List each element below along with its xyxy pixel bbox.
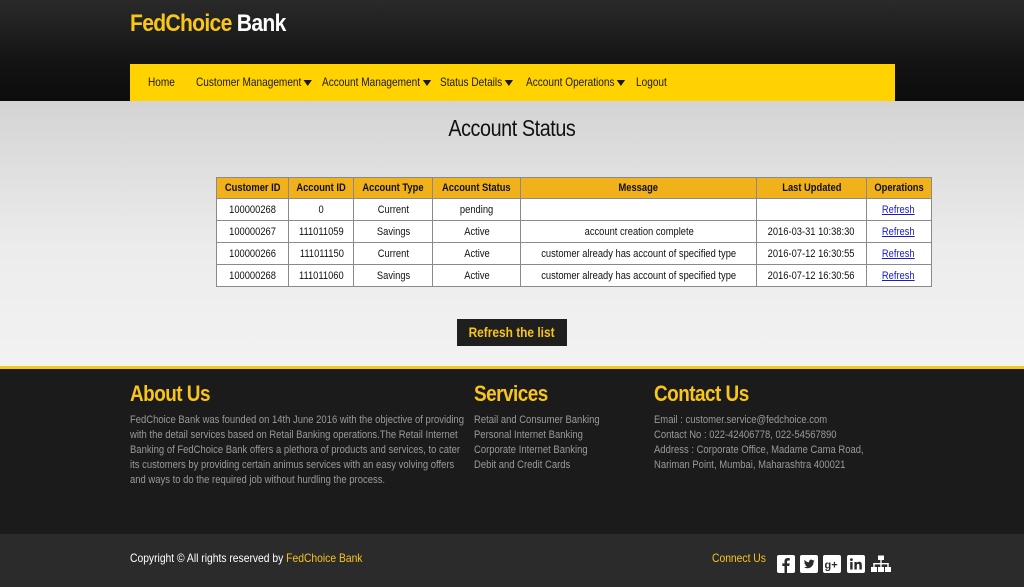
cell-customer-id: 100000268 [215,198,290,221]
site-header: FedChoice Bank Home Customer Management … [0,0,1024,101]
contact-heading: Contact Us [654,381,749,406]
cell-last-updated: 2016-07-12 16:30:56 [756,264,867,287]
table-row: 100000266 111011150 Current Active custo… [215,242,932,265]
cell-account-id: 0 [288,198,355,221]
linkedin-icon[interactable] [847,555,865,573]
column-header-customer-id: Customer ID [215,177,290,199]
google-plus-icon[interactable]: g+ [823,555,841,573]
page-title: Account Status [448,115,576,141]
cell-message: customer already has account of specifie… [520,264,758,287]
nav-item-label: Logout [636,75,667,89]
chevron-down-icon [617,79,626,86]
twitter-icon[interactable] [800,555,818,573]
nav-item-home[interactable]: Home [148,64,175,101]
cell-account-id: 111011060 [288,264,355,287]
table-row: 100000268 0 Current pending Refresh [215,198,932,221]
table-row: 100000267 111011059 Savings Active accou… [215,220,932,243]
nav-item-label: Account Management [322,75,421,89]
nav-item-account-management[interactable]: Account Management [322,64,431,101]
column-header-account-status: Account Status [432,177,522,199]
service-item[interactable]: Debit and Credit Cards [474,458,620,473]
cell-account-type: Savings [353,220,434,243]
chevron-down-icon [422,79,431,86]
nav-item-logout[interactable]: Logout [636,64,667,101]
connect-us-label: Connect Us [712,551,766,565]
nav-item-status-details[interactable]: Status Details [440,64,514,101]
nav-item-label: Customer Management [196,75,302,89]
column-header-account-id: Account ID [288,177,355,199]
cell-last-updated: 2016-03-31 10:38:30 [756,220,867,243]
site-footer: About Us FedChoice Bank was founded on 1… [0,369,1024,534]
nav-item-customer-management[interactable]: Customer Management [196,64,313,101]
about-heading: About Us [130,381,210,406]
cell-operations: Refresh [865,220,932,243]
about-text: FedChoice Bank was founded on 14th June … [130,414,464,486]
cell-message [520,198,758,221]
sitemap-icon[interactable] [871,555,891,573]
services-heading: Services [474,381,548,406]
cell-message: account creation complete [520,220,758,243]
nav-item-label: Status Details [440,75,503,89]
facebook-icon[interactable] [777,555,795,573]
footer-bottom-bar: Copyright © All rights reserved by FedCh… [0,534,1024,587]
refresh-list-button[interactable]: Refresh the list [457,319,567,346]
svg-text:g+: g+ [825,560,838,572]
cell-account-status: Active [432,220,522,243]
cell-operations: Refresh [865,264,932,287]
cell-customer-id: 100000267 [215,220,290,243]
brand-name-part2: Bank [236,10,287,37]
cell-account-id: 111011150 [288,242,355,265]
cell-customer-id: 100000266 [215,242,290,265]
service-item[interactable]: Corporate Internet Banking [474,443,620,458]
refresh-link[interactable]: Refresh [882,226,915,238]
cell-operations: Refresh [865,242,932,265]
cell-message: customer already has account of specifie… [520,242,758,265]
cell-last-updated [756,198,867,221]
cell-account-status: Active [432,264,522,287]
table-row: 100000268 111011060 Savings Active custo… [215,264,932,287]
refresh-link[interactable]: Refresh [882,248,915,260]
main-content: Account Status Customer ID Account ID Ac… [0,101,1024,366]
brand-name-part1: FedChoice [130,10,232,37]
chevron-down-icon [303,79,313,86]
cell-account-type: Current [353,242,434,265]
column-header-operations: Operations [865,177,932,199]
cell-account-status: pending [432,198,522,221]
service-item[interactable]: Retail and Consumer Banking [474,413,620,428]
footer-contact-section: Contact Us Email : customer.service@fedc… [654,381,898,473]
account-status-table: Customer ID Account ID Account Type Acco… [215,177,932,287]
cell-account-id: 111011059 [288,220,355,243]
contact-text: Email : customer.service@fedchoice.com C… [654,414,864,471]
column-header-account-type: Account Type [353,177,434,199]
chevron-down-icon [504,79,514,86]
services-list: Retail and Consumer Banking Personal Int… [474,413,620,473]
cell-account-type: Savings [353,264,434,287]
refresh-link[interactable]: Refresh [882,270,915,282]
cell-operations: Refresh [865,198,932,221]
copyright-brand-link[interactable]: FedChoice Bank [286,551,362,565]
column-header-message: Message [520,177,758,199]
brand-logo[interactable]: FedChoice Bank [130,10,286,38]
cell-last-updated: 2016-07-12 16:30:55 [756,242,867,265]
cell-account-type: Current [353,198,434,221]
nav-item-account-operations[interactable]: Account Operations [526,64,626,101]
footer-services-section: Services Retail and Consumer Banking Per… [474,381,620,473]
cell-customer-id: 100000268 [215,264,290,287]
table-header-row: Customer ID Account ID Account Type Acco… [215,177,932,199]
service-item[interactable]: Personal Internet Banking [474,428,620,443]
nav-item-label: Home [148,75,175,89]
nav-item-label: Account Operations [526,75,615,89]
refresh-link[interactable]: Refresh [882,204,915,216]
copyright-text: Copyright © All rights reserved by FedCh… [130,551,363,565]
cell-account-status: Active [432,242,522,265]
footer-about-section: About Us FedChoice Bank was founded on 1… [130,381,518,488]
column-header-last-updated: Last Updated [756,177,867,199]
main-nav: Home Customer Management Account Managem… [130,64,895,101]
